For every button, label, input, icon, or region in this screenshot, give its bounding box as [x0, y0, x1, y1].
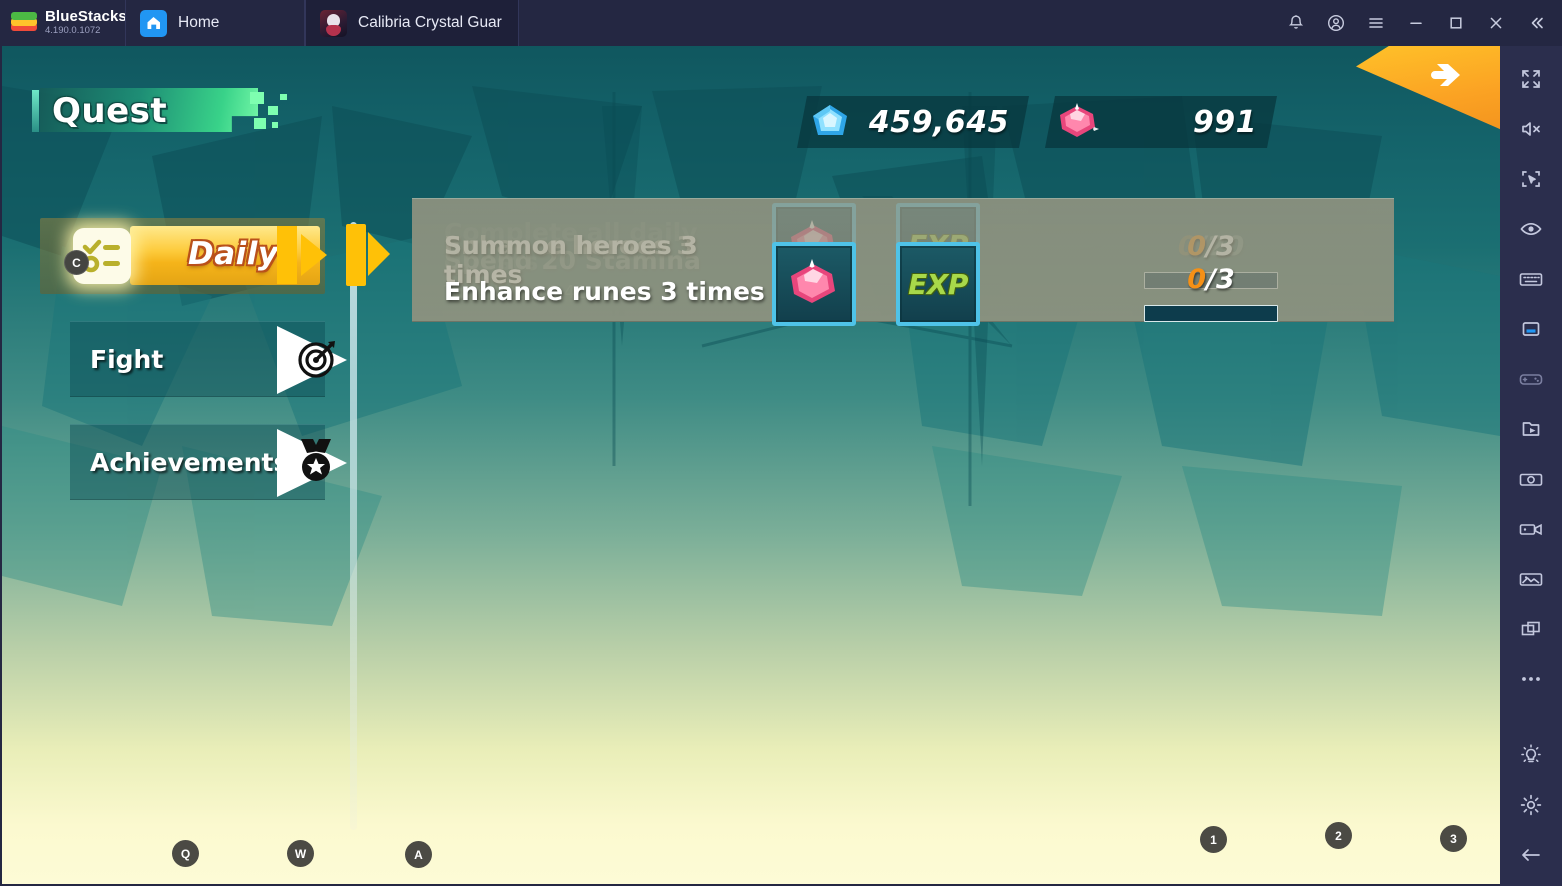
- return-arrow-icon: [1430, 64, 1460, 86]
- currency-crystal[interactable]: 459,645: [797, 96, 1029, 148]
- progress-bar: [1144, 305, 1278, 322]
- fight-arrow-plate: [273, 320, 353, 400]
- sidebar-item-achievements-label: Achievements: [90, 447, 289, 477]
- table-row[interactable]: Enhance runes 3 times EXP 0/3: [412, 198, 1394, 326]
- quest-text-col: Enhance runes 3 times: [412, 215, 772, 306]
- sidebar-item-fight-label: Fight: [90, 344, 164, 374]
- quest-scroll-arrow-icon[interactable]: [368, 232, 390, 276]
- macro-play-icon[interactable]: [1500, 404, 1562, 454]
- keyhint-q: Q: [172, 840, 199, 867]
- sidebar-item-daily-label: Daily: [188, 236, 279, 272]
- home-icon: [140, 9, 167, 37]
- account-button[interactable]: [1316, 0, 1356, 46]
- exp-icon: EXP: [896, 242, 980, 326]
- camera-icon[interactable]: [1500, 454, 1562, 504]
- copy-windows-icon[interactable]: [1500, 604, 1562, 654]
- keyhint-2: 2: [1325, 822, 1352, 849]
- close-button[interactable]: [1476, 0, 1516, 46]
- currency-ruby-value: 991: [1192, 104, 1257, 140]
- tab-game[interactable]: Calibria Crystal Guar: [305, 0, 519, 46]
- bluestacks-logo-icon: [11, 11, 37, 35]
- quest-category-tabs: C Daily Fight Achievements: [40, 218, 347, 527]
- bluestacks-toolbar: [1500, 46, 1562, 886]
- quest-scrollbar-thumb[interactable]: [346, 224, 366, 286]
- sidebar-item-achievements[interactable]: Achievements: [70, 424, 347, 500]
- collapse-sidebar-button[interactable]: [1516, 0, 1556, 46]
- keyhint-a: A: [405, 841, 432, 868]
- keyhint-3: 3: [1440, 825, 1467, 852]
- progress-current: 0: [1187, 264, 1207, 295]
- bluestacks-window: BlueStacks 4.190.0.1072 Home Calibria Cr…: [0, 0, 1562, 886]
- game-icon: [320, 9, 347, 37]
- window-controls: [1276, 0, 1562, 46]
- ellipsis-icon[interactable]: [1500, 654, 1562, 704]
- page-title: Quest: [52, 91, 168, 131]
- quest-scrollbar-track[interactable]: [350, 222, 357, 830]
- maximize-button[interactable]: [1436, 0, 1476, 46]
- game-viewport[interactable]: Quest 459,645 991 C Daily Fight Achievem…: [2, 46, 1500, 884]
- sidebar-item-fight[interactable]: Fight: [70, 321, 347, 397]
- progress-sep: /: [1206, 264, 1216, 295]
- title-pixel-3: [254, 118, 266, 129]
- quest-progress: 0/3: [1094, 264, 1394, 322]
- menu-button[interactable]: [1356, 0, 1396, 46]
- minimize-button[interactable]: [1396, 0, 1436, 46]
- pink-gem-icon: [1055, 99, 1101, 145]
- rotate-screen-icon[interactable]: [1500, 154, 1562, 204]
- progress-count: 0/3: [1187, 264, 1234, 295]
- app-name: BlueStacks: [45, 8, 127, 25]
- quest-list: Complete all daily quests Time left: 16:…: [412, 198, 1394, 870]
- currency-crystal-value: 459,645: [868, 104, 1009, 140]
- title-pixel-5: [272, 122, 278, 128]
- keyhint-1: 1: [1200, 826, 1227, 853]
- keyhint-w: W: [287, 840, 314, 867]
- bluestacks-brand: BlueStacks 4.190.0.1072: [0, 8, 127, 37]
- fullscreen-icon[interactable]: [1500, 54, 1562, 104]
- eye-icon[interactable]: [1500, 204, 1562, 254]
- lightbulb-icon[interactable]: [1500, 730, 1562, 780]
- video-camera-icon[interactable]: [1500, 504, 1562, 554]
- currency-ruby[interactable]: 991: [1045, 96, 1277, 148]
- currency-row: 459,645 991: [797, 96, 1277, 148]
- tab-home-label: Home: [178, 14, 220, 31]
- achievements-arrow-plate: [273, 423, 353, 503]
- keyboard-icon[interactable]: [1500, 254, 1562, 304]
- page-title-plate: Quest: [18, 88, 287, 136]
- tab-home[interactable]: Home: [125, 0, 305, 46]
- window-titlebar: BlueStacks 4.190.0.1072 Home Calibria Cr…: [0, 0, 1562, 46]
- gamepad-icon[interactable]: [1500, 354, 1562, 404]
- mobile-screen-icon[interactable]: [1500, 304, 1562, 354]
- app-version: 4.190.0.1072: [45, 25, 101, 36]
- title-pixel-4: [280, 94, 287, 100]
- keyhint-daily: C: [64, 250, 89, 275]
- daily-selector-arrow: [267, 215, 347, 295]
- arrow-left-icon[interactable]: [1500, 830, 1562, 880]
- title-accent-bar: [32, 90, 39, 132]
- exp-label: EXP: [908, 267, 968, 301]
- speaker-mute-icon[interactable]: [1500, 104, 1562, 154]
- sidebar-item-daily[interactable]: C Daily: [40, 218, 327, 294]
- progress-total: 3: [1215, 264, 1235, 295]
- title-pixel-2: [268, 106, 278, 115]
- image-icon[interactable]: [1500, 554, 1562, 604]
- medal-icon: [301, 439, 331, 481]
- pink-gem-icon: [772, 242, 856, 326]
- quest-title: Enhance runes 3 times: [444, 276, 765, 306]
- tab-game-label: Calibria Crystal Guar: [358, 14, 502, 31]
- notifications-button[interactable]: [1276, 0, 1316, 46]
- quest-rewards: EXP: [772, 242, 1072, 332]
- gear-icon[interactable]: [1500, 780, 1562, 830]
- title-pixel-1: [250, 92, 264, 104]
- reward-gem[interactable]: [772, 242, 856, 332]
- reward-exp[interactable]: EXP: [896, 242, 980, 332]
- window-tabstrip: Home Calibria Crystal Guar: [125, 0, 519, 46]
- blue-crystal-icon: [807, 99, 853, 145]
